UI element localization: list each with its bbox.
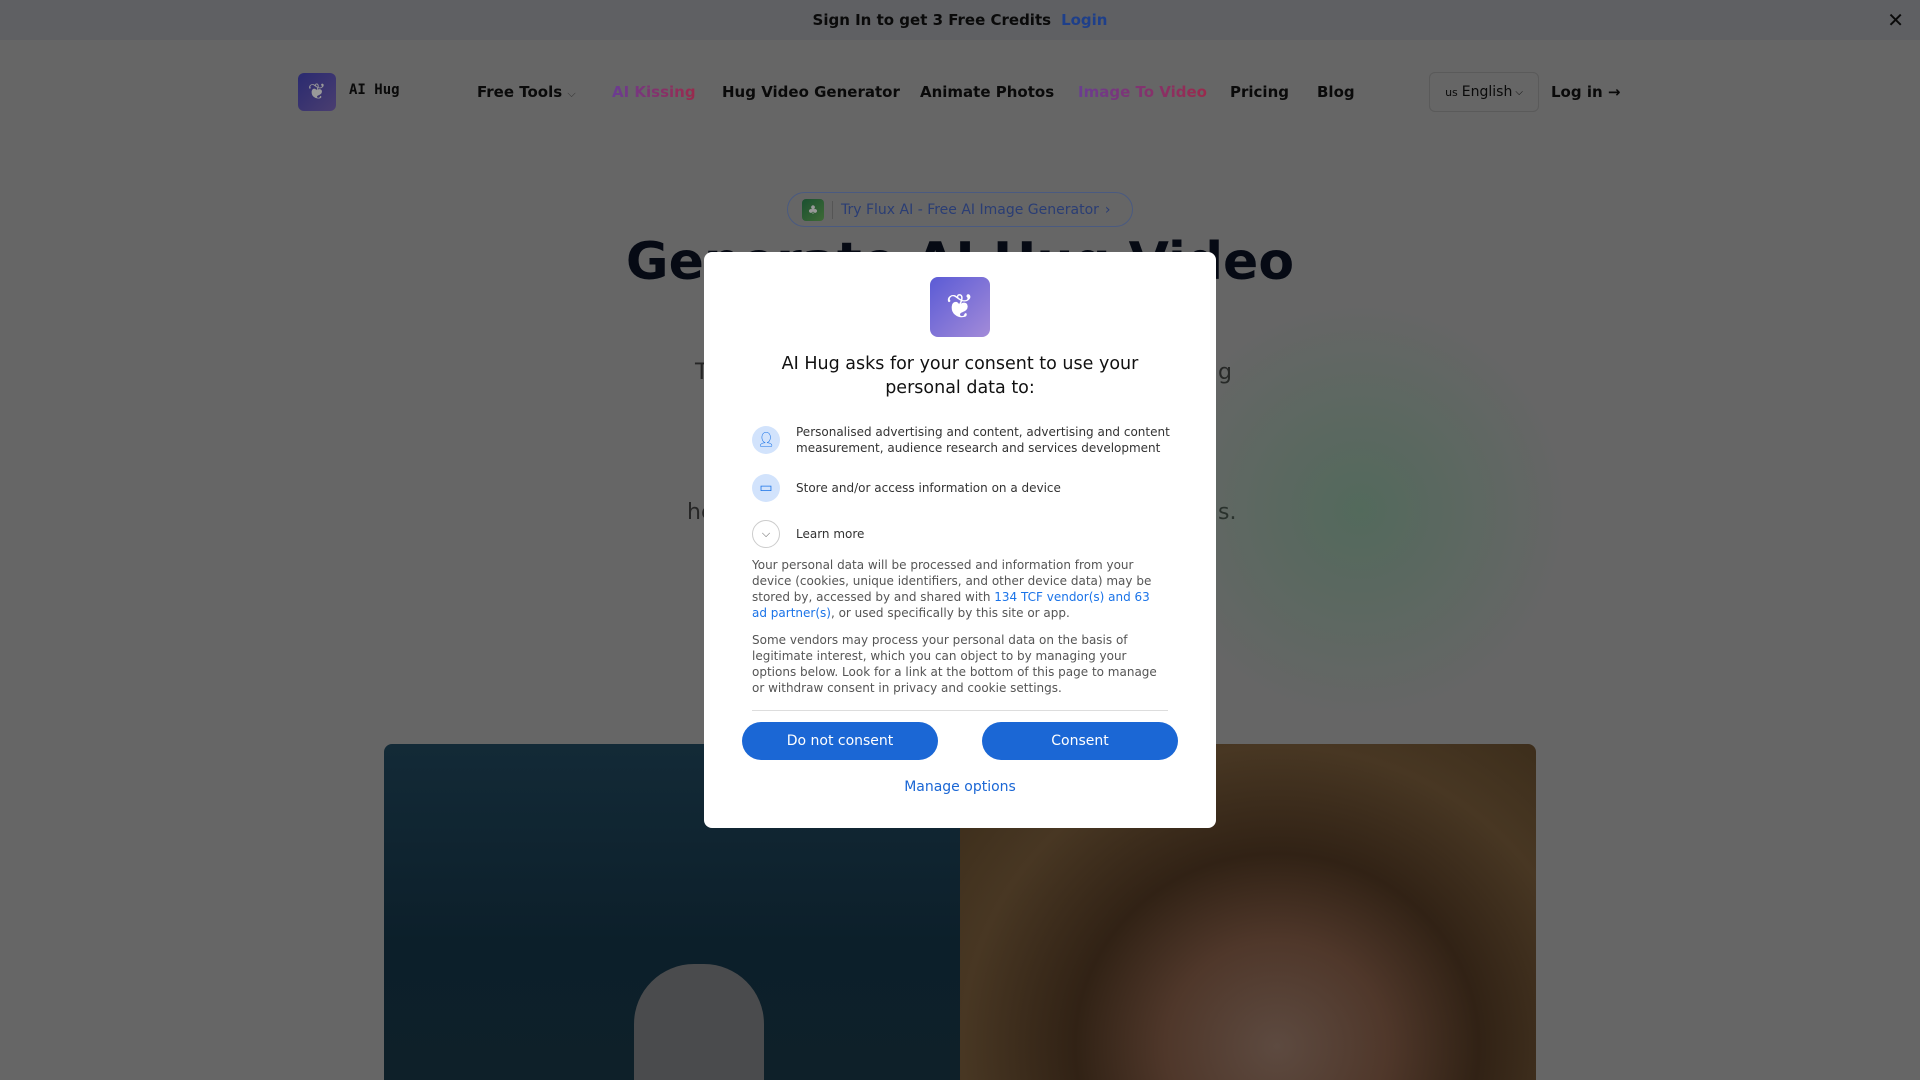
chevron-right-icon: › xyxy=(1104,201,1111,218)
learn-more-toggle[interactable]: ⌵ Learn more xyxy=(752,520,1176,548)
logo-icon[interactable]: ❦ xyxy=(298,73,336,111)
chevron-down-icon: ⌵ xyxy=(567,87,576,100)
flag-icon: us xyxy=(1445,85,1458,99)
brand-name[interactable]: AI Hug xyxy=(349,82,400,98)
nav-image-to-video[interactable]: Image To Video xyxy=(1078,83,1207,101)
paragraph-text: , or used specifically by this site or a… xyxy=(830,606,1070,620)
purpose-text: Store and/or access information on a dev… xyxy=(796,481,1061,495)
language-select[interactable]: us English ⌵ xyxy=(1429,72,1539,112)
manage-options-link[interactable]: Manage options xyxy=(704,779,1216,795)
person-icon: 👤︎ xyxy=(752,426,780,454)
nav-ai-kissing[interactable]: AI Kissing xyxy=(612,83,696,101)
nav-hug-video-generator[interactable]: Hug Video Generator xyxy=(722,83,900,101)
banner-text: Sign In to get 3 Free Credits xyxy=(812,11,1052,29)
consent-title: AI Hug asks for your consent to use your… xyxy=(781,354,1139,398)
tree-icon: ♣ xyxy=(802,198,824,221)
consent-button[interactable]: Consent xyxy=(982,722,1178,760)
learn-more-label: Learn more xyxy=(796,527,865,541)
banner-login-link[interactable]: Login xyxy=(1061,11,1107,29)
nav-free-tools[interactable]: Free Tools ⌵ xyxy=(477,83,576,101)
nav-animate-photos[interactable]: Animate Photos xyxy=(920,83,1054,101)
nav-label: Free Tools xyxy=(477,83,563,101)
devices-icon: ▭ xyxy=(752,474,780,502)
consent-paragraph-2: Some vendors may process your personal d… xyxy=(752,633,1157,695)
flux-promo-link[interactable]: ♣ Try Flux AI - Free AI Image Generator … xyxy=(787,192,1133,227)
login-link[interactable]: Log in → xyxy=(1551,83,1620,101)
divider xyxy=(752,710,1168,711)
chevron-down-icon: ⌵ xyxy=(1515,86,1523,98)
person-cap xyxy=(634,964,764,1080)
nav-pricing[interactable]: Pricing xyxy=(1230,83,1289,101)
consent-dialog: ❦ AI Hug asks for your consent to use yo… xyxy=(704,252,1216,828)
purpose-item: 👤︎ Personalised advertising and content,… xyxy=(752,424,1176,456)
navbar: ❦ AI Hug Free Tools ⌵ AI Kissing Hug Vid… xyxy=(0,72,1920,112)
purpose-item: ▭ Store and/or access information on a d… xyxy=(752,474,1176,502)
language-label: English xyxy=(1461,84,1513,100)
purpose-text: Personalised advertising and content, ad… xyxy=(796,425,1170,455)
chevron-down-icon[interactable]: ⌵ xyxy=(752,520,780,548)
divider xyxy=(832,200,833,219)
promo-text: Try Flux AI - Free AI Image Generator xyxy=(841,201,1099,218)
signin-banner: Sign In to get 3 Free Credits Login ✕ xyxy=(0,0,1920,40)
nav-blog[interactable]: Blog xyxy=(1317,83,1355,101)
do-not-consent-button[interactable]: Do not consent xyxy=(742,722,938,760)
app-logo-icon: ❦ xyxy=(930,277,990,337)
close-icon[interactable]: ✕ xyxy=(1887,8,1904,32)
consent-paragraph-1: Your personal data will be processed and… xyxy=(752,557,1168,621)
